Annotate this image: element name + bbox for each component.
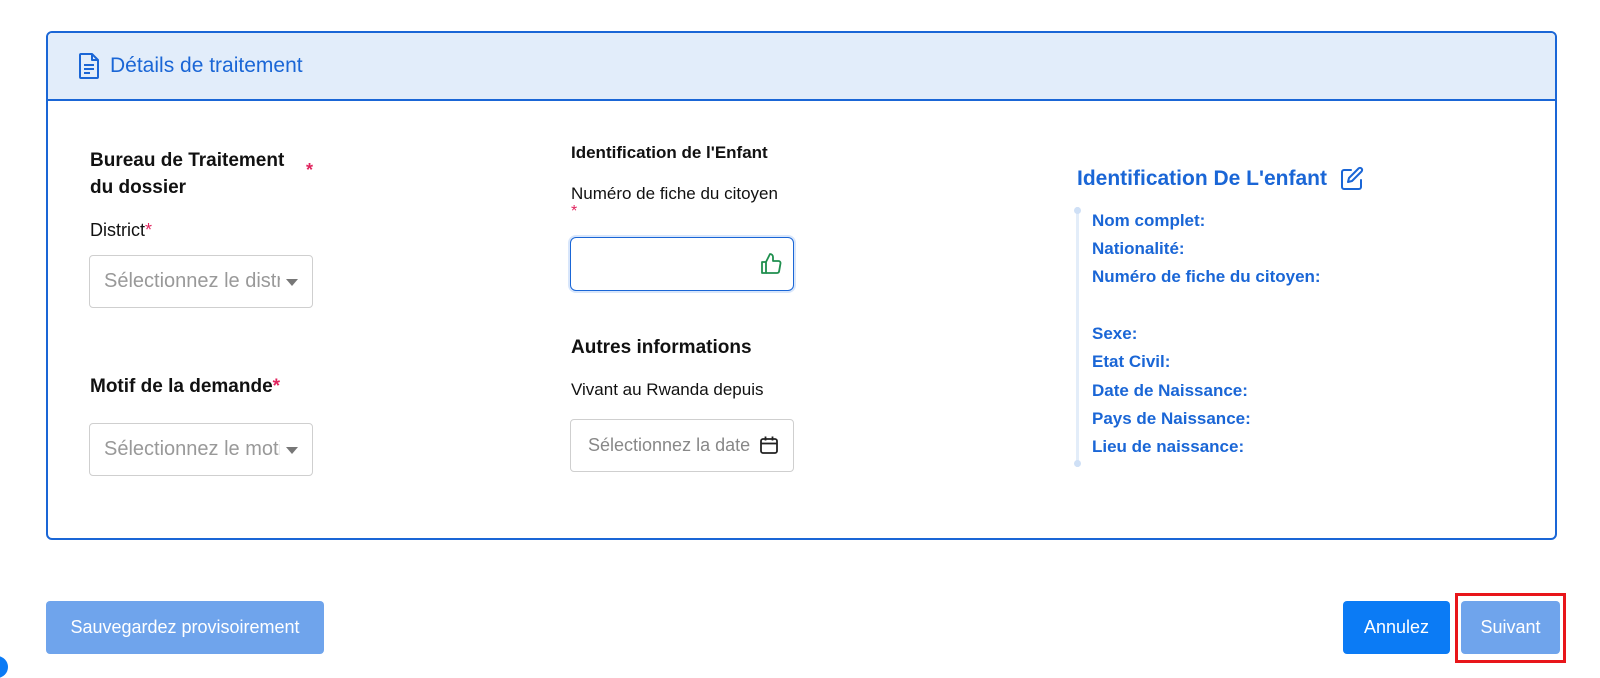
- district-label: District*: [90, 220, 152, 241]
- summary-etat-civil: Etat Civil:: [1092, 352, 1171, 371]
- summary-timeline: [1074, 207, 1081, 467]
- bureau-label-line1: Bureau de Traitement: [90, 150, 285, 171]
- fiche-label: Numéro de fiche du citoyen: [571, 184, 778, 203]
- vivant-date-picker[interactable]: Sélectionnez la date: [570, 419, 794, 472]
- save-draft-button[interactable]: Sauvegardez provisoirement: [46, 601, 324, 654]
- summary-sexe: Sexe:: [1092, 324, 1138, 343]
- district-label-text: District: [90, 220, 145, 240]
- calendar-icon: [760, 436, 778, 454]
- summary-title: Identification De L'enfant: [1077, 166, 1365, 192]
- date-placeholder: Sélectionnez la date: [588, 435, 751, 455]
- edit-icon[interactable]: [1339, 166, 1365, 192]
- card-header: Détails de traitement: [48, 33, 1555, 101]
- motif-label: Motif de la demande*: [90, 376, 280, 398]
- document-icon: [79, 53, 99, 79]
- summary-title-text: Identification De L'enfant: [1077, 167, 1328, 190]
- autres-heading: Autres informations: [571, 337, 752, 358]
- child-id-heading: Identification de l'Enfant: [571, 143, 768, 162]
- fiche-input[interactable]: [570, 237, 794, 291]
- cancel-button[interactable]: Annulez: [1343, 601, 1450, 654]
- card-title: Détails de traitement: [110, 54, 303, 77]
- district-required-mark: *: [145, 220, 153, 240]
- summary-fiche: Numéro de fiche du citoyen:: [1092, 267, 1321, 286]
- chevron-down-icon: [286, 447, 298, 454]
- bureau-required-mark: *: [306, 160, 314, 180]
- motif-label-text: Motif de la demande: [90, 376, 273, 397]
- motif-required-mark: *: [272, 376, 281, 397]
- summary-lieu-naissance: Lieu de naissance:: [1092, 437, 1245, 456]
- vivant-label: Vivant au Rwanda depuis: [571, 380, 764, 399]
- fiche-required-mark: *: [571, 203, 578, 220]
- motif-placeholder: Sélectionnez le motif: [104, 438, 280, 460]
- bureau-label-line2: du dossier: [90, 177, 187, 198]
- district-select[interactable]: Sélectionnez le district: [89, 255, 313, 308]
- summary-date-naissance: Date de Naissance:: [1092, 381, 1248, 400]
- motif-select[interactable]: Sélectionnez le motif: [89, 423, 313, 476]
- district-placeholder: Sélectionnez le district: [104, 270, 280, 292]
- summary-nationalite: Nationalité:: [1092, 239, 1185, 258]
- thumbs-up-icon: [761, 253, 782, 274]
- summary-pays-naissance: Pays de Naissance:: [1092, 409, 1251, 428]
- summary-nom: Nom complet:: [1092, 211, 1206, 230]
- chevron-down-icon: [286, 279, 298, 286]
- bureau-label: Bureau de Traitement du dossier: [90, 147, 284, 201]
- next-button[interactable]: Suivant: [1461, 601, 1560, 654]
